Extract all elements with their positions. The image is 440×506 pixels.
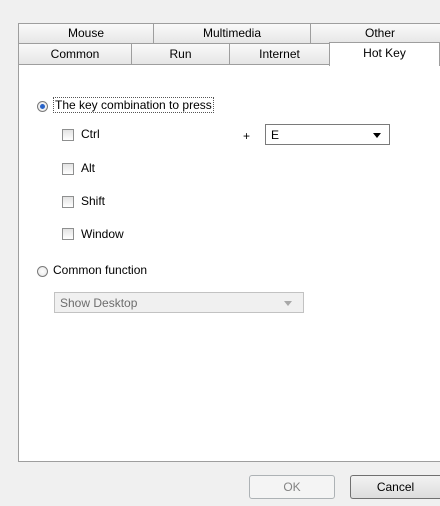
key-combination-radio[interactable] [37, 101, 48, 112]
shift-label[interactable]: Shift [81, 194, 105, 208]
shift-checkbox[interactable] [62, 196, 74, 208]
window-label[interactable]: Window [81, 227, 124, 241]
ctrl-label[interactable]: Ctrl [81, 127, 100, 141]
tab-mouse[interactable]: Mouse [18, 23, 154, 43]
hotkey-panel: The key combination to press Ctrl + E Al… [18, 64, 440, 462]
tab-hot-key[interactable]: Hot Key [329, 42, 440, 66]
cancel-button[interactable]: Cancel [350, 475, 440, 499]
ctrl-checkbox[interactable] [62, 129, 74, 141]
alt-label[interactable]: Alt [81, 161, 95, 175]
common-function-value: Show Desktop [60, 296, 138, 310]
key-select[interactable]: E [265, 124, 390, 145]
common-function-label[interactable]: Common function [53, 263, 147, 277]
common-function-radio[interactable] [37, 266, 48, 277]
common-function-select[interactable]: Show Desktop [54, 292, 304, 313]
window-checkbox[interactable] [62, 228, 74, 240]
tab-other[interactable]: Other [310, 23, 440, 43]
ok-button[interactable]: OK [249, 475, 335, 499]
key-select-value: E [271, 128, 280, 142]
tab-run[interactable]: Run [131, 43, 230, 64]
key-combination-label-text: The key combination to press [53, 97, 214, 113]
tab-internet[interactable]: Internet [229, 43, 330, 64]
plus-sign: + [243, 129, 251, 143]
alt-checkbox[interactable] [62, 163, 74, 175]
tab-common[interactable]: Common [18, 43, 132, 64]
chevron-down-icon [284, 301, 292, 306]
key-combination-label[interactable]: The key combination to press [53, 97, 214, 113]
chevron-down-icon [373, 133, 381, 138]
tab-multimedia[interactable]: Multimedia [153, 23, 311, 43]
